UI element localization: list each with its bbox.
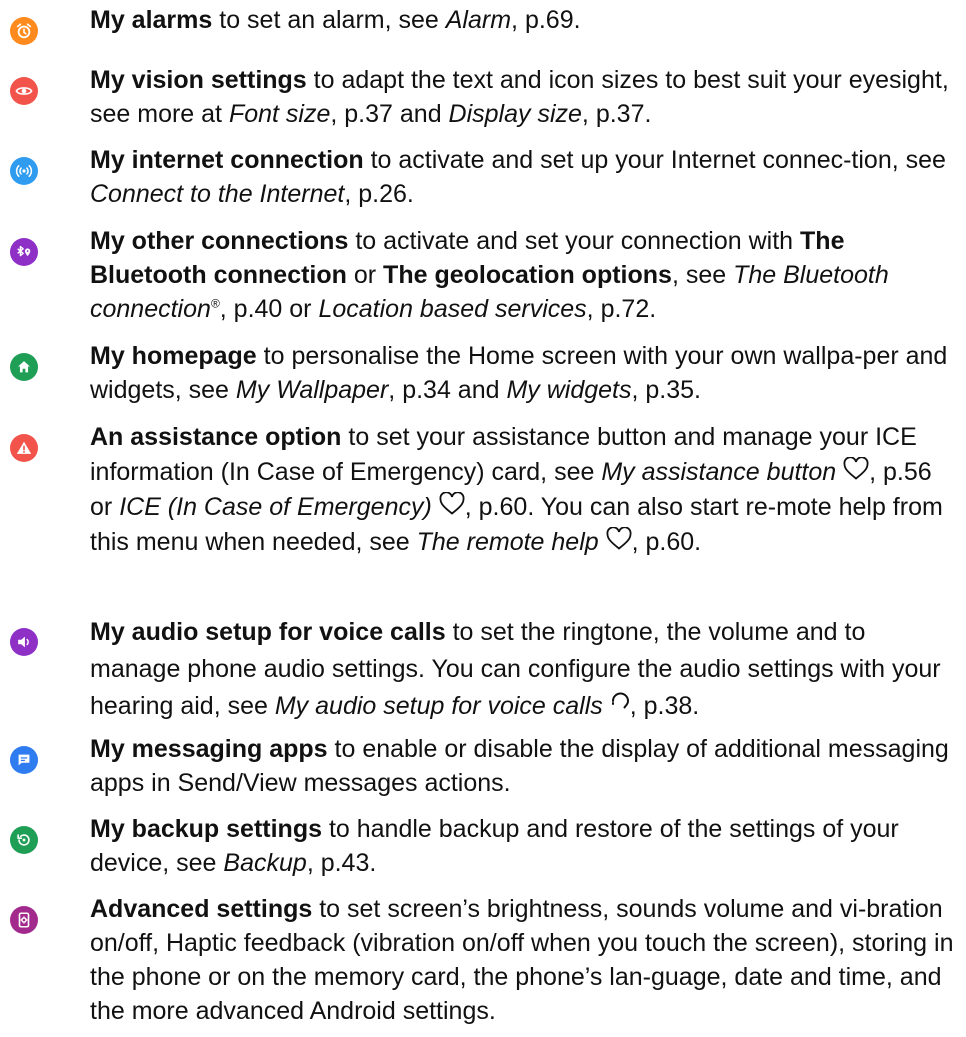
- message-icon: [10, 746, 38, 774]
- entry-title: My messaging apps: [90, 735, 328, 763]
- entry-text: My alarms to set an alarm, see Alarm, p.…: [90, 6, 581, 34]
- entry-title: My audio setup for voice calls: [90, 618, 446, 646]
- speaker-icon: [10, 628, 38, 656]
- entry-title: My other connections: [90, 227, 349, 255]
- entry-title: My backup settings: [90, 815, 322, 843]
- eye-icon: [10, 77, 38, 105]
- wifi-signal-icon: [10, 157, 38, 185]
- hearing-aid-icon: [611, 692, 629, 709]
- registered-mark: ®: [210, 296, 220, 311]
- entry-text: My homepage to personalise the Home scre…: [90, 342, 948, 404]
- entry-title: My internet connection: [90, 146, 364, 174]
- entry-text: Advanced settings to set screen’s bright…: [90, 895, 954, 1025]
- page-reference: My audio setup for voice calls: [274, 692, 603, 720]
- bluetooth-location-icon: [10, 238, 38, 266]
- entry-text: My backup settings to handle backup and …: [90, 815, 899, 877]
- settings-phone-icon: [10, 906, 38, 934]
- home-icon: [10, 353, 38, 381]
- entry-title: My vision settings: [90, 66, 307, 94]
- entry-text: My internet connection to activate and s…: [90, 146, 946, 208]
- page-reference: Alarm: [445, 6, 512, 34]
- warning-icon: [10, 434, 38, 462]
- page-reference: Location based services: [318, 295, 587, 323]
- heart-icon: [606, 527, 632, 550]
- entry-text: An assistance option to set your assista…: [90, 423, 943, 556]
- page-reference: Backup: [223, 849, 307, 877]
- page-reference: Connect to the Internet: [90, 180, 345, 208]
- alarm-clock-icon: [10, 17, 38, 45]
- entry-text: My other connections to activate and set…: [90, 227, 889, 323]
- entry-title: Advanced settings: [90, 895, 313, 923]
- entry-title: My homepage: [90, 342, 257, 370]
- entry-title: An assistance option: [90, 423, 342, 451]
- page-reference: Display size: [448, 100, 582, 128]
- backup-restore-icon: [10, 826, 38, 854]
- heart-icon: [439, 492, 465, 515]
- entry-text: My audio setup for voice calls to set th…: [90, 618, 941, 720]
- page-reference: My Wallpaper: [235, 376, 389, 404]
- page-reference: The remote help: [416, 528, 599, 556]
- page-reference: ICE (In Case of Emergency): [119, 493, 432, 521]
- page-reference: My widgets: [506, 376, 632, 404]
- manual-page: My alarms to set an alarm, see Alarm, p.…: [0, 0, 966, 1037]
- entry-title: My alarms: [90, 6, 213, 34]
- page-reference: Font size: [228, 100, 331, 128]
- entry-text: My vision settings to adapt the text and…: [90, 66, 949, 128]
- heart-icon: [843, 457, 869, 480]
- page-reference: My assistance button: [601, 458, 837, 486]
- entry-text: My messaging apps to enable or disable t…: [90, 735, 949, 797]
